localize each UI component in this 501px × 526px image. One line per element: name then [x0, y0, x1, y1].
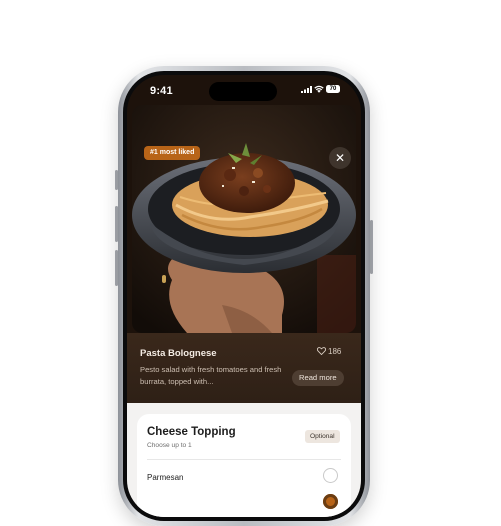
phone-screen: 9:41 70 #1 most liked ✕ Pasta Bolognese … [127, 75, 361, 517]
status-time: 9:41 [150, 85, 173, 97]
likes-count[interactable]: 186 [316, 346, 342, 358]
option-label-parmesan[interactable]: Parmesan [147, 473, 183, 482]
radio-next-option[interactable] [323, 494, 338, 509]
wifi-icon [314, 85, 324, 93]
dish-description: Pesto salad with fresh tomatoes and fres… [140, 365, 282, 386]
heart-icon [316, 347, 327, 356]
battery-icon: 70 [326, 85, 340, 93]
dish-photo: #1 most liked ✕ [132, 105, 356, 333]
cheese-topping-subtitle: Choose up to 1 [147, 442, 192, 449]
read-more-button[interactable]: Read more [292, 370, 344, 386]
likes-value: 186 [328, 347, 342, 356]
divider [147, 459, 341, 460]
status-bar: 9:41 70 [127, 75, 361, 105]
close-icon: ✕ [334, 151, 346, 165]
dish-title: Pasta Bolognese [140, 348, 217, 359]
cellular-signal-icon [301, 86, 312, 93]
most-liked-badge: #1 most liked [144, 146, 201, 160]
optional-badge: Optional [305, 430, 340, 443]
radio-parmesan[interactable] [323, 468, 338, 483]
close-button[interactable]: ✕ [329, 147, 351, 169]
options-sheet: Cheese Topping Choose up to 1 Optional P… [127, 403, 361, 517]
cheese-topping-card: Cheese Topping Choose up to 1 Optional P… [137, 414, 351, 517]
pasta-bolognese-image [132, 105, 356, 333]
cheese-topping-title: Cheese Topping [147, 426, 236, 438]
dish-info-panel: Pasta Bolognese 186 Pesto salad with fre… [127, 333, 361, 403]
dynamic-island [209, 82, 277, 101]
power-button [370, 220, 373, 274]
